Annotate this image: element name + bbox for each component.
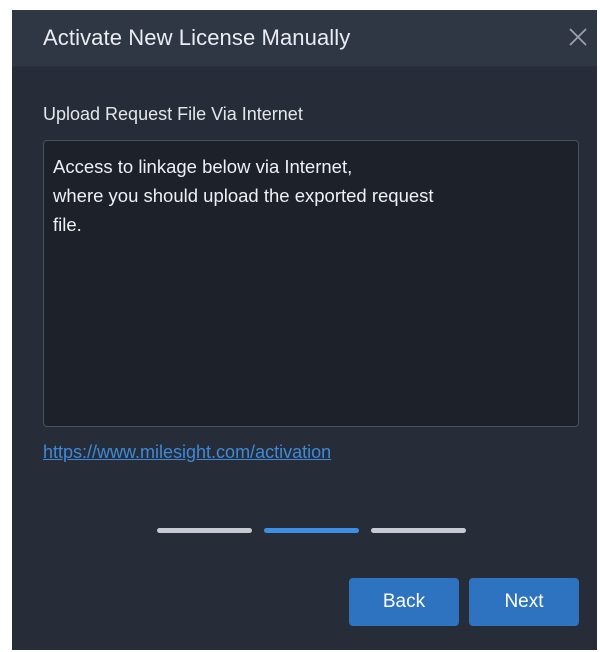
- step-1-indicator: [157, 528, 252, 533]
- instructions-textbox[interactable]: Access to linkage below via Internet, wh…: [43, 140, 579, 427]
- close-icon[interactable]: [565, 24, 591, 50]
- instructions-line: where you should upload the exported req…: [53, 185, 434, 206]
- dialog-titlebar: Activate New License Manually: [12, 10, 597, 67]
- section-label: Upload Request File Via Internet: [43, 104, 303, 124]
- step-indicator: [12, 528, 597, 534]
- instructions-line: Access to linkage below via Internet,: [53, 156, 353, 177]
- next-button[interactable]: Next: [469, 578, 579, 626]
- step-3-indicator: [371, 528, 466, 533]
- activation-link[interactable]: https://www.milesight.com/activation: [43, 442, 331, 463]
- instructions-line: file.: [53, 214, 82, 235]
- dialog-title: Activate New License Manually: [43, 25, 351, 50]
- step-2-indicator: [264, 528, 359, 533]
- activate-license-dialog: Activate New License Manually Upload Req…: [12, 10, 597, 650]
- back-button[interactable]: Back: [349, 578, 459, 626]
